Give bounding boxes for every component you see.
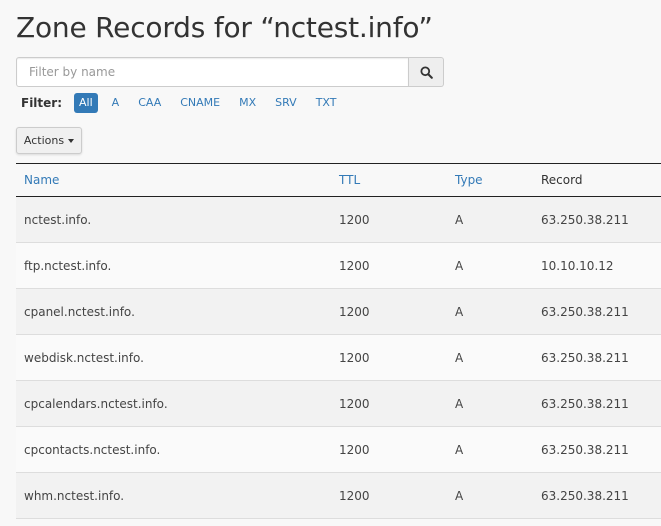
zone-records-page: Zone Records for “nctest.info” Filter: A…	[0, 0, 661, 526]
filter-txt[interactable]: TXT	[311, 93, 342, 113]
filter-all[interactable]: All	[74, 93, 98, 113]
record-ttl-cell: 1200	[331, 196, 447, 243]
table-row[interactable]: ftp.nctest.info. 1200 A 10.10.10.12	[16, 242, 661, 289]
filter-srv[interactable]: SRV	[270, 93, 302, 113]
record-name-cell: webdisk.nctest.info.	[16, 334, 331, 381]
table-row[interactable]: cpcalendars.nctest.info. 1200 A 63.250.3…	[16, 380, 661, 427]
record-type-cell: A	[447, 334, 533, 381]
column-header-type[interactable]: Type	[447, 163, 533, 197]
page-title: Zone Records for “nctest.info”	[16, 11, 433, 44]
table-row[interactable]: cpcontacts.nctest.info. 1200 A 63.250.38…	[16, 426, 661, 473]
record-ttl-cell: 1200	[331, 426, 447, 473]
actions-dropdown-button[interactable]: Actions	[16, 127, 82, 154]
record-name-cell: whm.nctest.info.	[16, 472, 331, 519]
record-value-cell: 63.250.38.211	[533, 426, 661, 473]
table-row[interactable]: nctest.info. 1200 A 63.250.38.211	[16, 196, 661, 243]
column-header-record: Record	[533, 163, 661, 197]
record-ttl-cell: 1200	[331, 242, 447, 289]
record-name-cell: cpanel.nctest.info.	[16, 288, 331, 335]
record-name-cell: ftp.nctest.info.	[16, 242, 331, 289]
record-ttl-cell: 1200	[331, 472, 447, 519]
record-value-cell: 63.250.38.211	[533, 472, 661, 519]
record-ttl-cell: 1200	[331, 380, 447, 427]
table-header-row: Name TTL Type Record	[16, 163, 661, 197]
caret-down-icon	[68, 138, 75, 143]
record-type-cell: A	[447, 242, 533, 289]
record-ttl-cell: 1200	[331, 334, 447, 381]
record-name-cell: cpcalendars.nctest.info.	[16, 380, 331, 427]
record-ttl-cell: 1200	[331, 288, 447, 335]
search-icon	[420, 65, 433, 79]
actions-label: Actions	[23, 134, 65, 147]
search-group	[16, 57, 444, 87]
table-row[interactable]: webdisk.nctest.info. 1200 A 63.250.38.21…	[16, 334, 661, 381]
record-type-cell: A	[447, 426, 533, 473]
search-button[interactable]	[409, 57, 444, 87]
table-row[interactable]: cpanel.nctest.info. 1200 A 63.250.38.211	[16, 288, 661, 335]
zone-records-table: Name TTL Type Record nctest.info. 1200 A…	[16, 163, 661, 519]
record-type-cell: A	[447, 380, 533, 427]
record-type-cell: A	[447, 288, 533, 335]
filter-cname[interactable]: CNAME	[175, 93, 225, 113]
table-row[interactable]: whm.nctest.info. 1200 A 63.250.38.211	[16, 472, 661, 519]
record-type-cell: A	[447, 196, 533, 243]
record-name-cell: cpcontacts.nctest.info.	[16, 426, 331, 473]
filter-label: Filter:	[21, 96, 63, 110]
record-name-cell: nctest.info.	[16, 196, 331, 243]
filter-by-name-input[interactable]	[16, 57, 410, 87]
filter-a[interactable]: A	[107, 93, 125, 113]
record-value-cell: 63.250.38.211	[533, 288, 661, 335]
column-header-ttl[interactable]: TTL	[331, 163, 447, 197]
filter-row: Filter: All A CAA CNAME MX SRV TXT	[21, 93, 350, 113]
record-value-cell: 63.250.38.211	[533, 196, 661, 243]
record-type-cell: A	[447, 472, 533, 519]
column-header-name[interactable]: Name	[16, 163, 331, 197]
record-value-cell: 63.250.38.211	[533, 334, 661, 381]
record-value-cell: 63.250.38.211	[533, 380, 661, 427]
filter-caa[interactable]: CAA	[133, 93, 166, 113]
record-value-cell: 10.10.10.12	[533, 242, 661, 289]
filter-mx[interactable]: MX	[234, 93, 261, 113]
